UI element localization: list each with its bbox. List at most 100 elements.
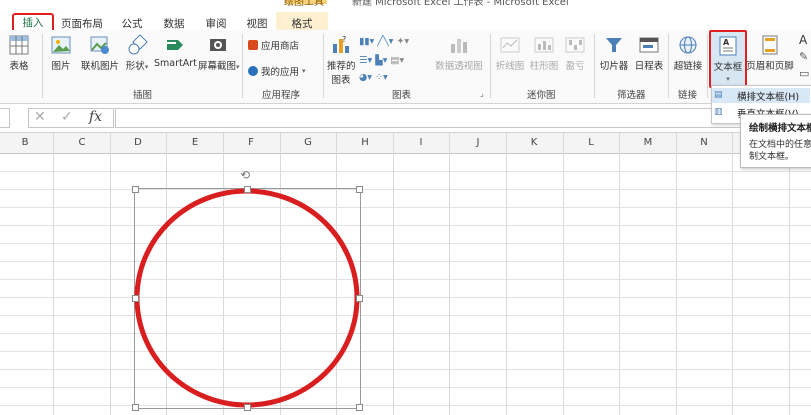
grid-hline (0, 315, 811, 316)
column-header-i[interactable]: I (411, 137, 431, 148)
resize-handle-se[interactable] (356, 404, 363, 411)
sparkline-line-button[interactable]: 折线图 (494, 34, 526, 72)
illustrations-group-label: 插图 (133, 90, 153, 101)
screenshot-button[interactable]: 屏幕截图▾ (198, 34, 240, 72)
object-icon[interactable]: ▭ (799, 67, 809, 80)
pivot-chart-label: 数据透视图 (435, 61, 483, 72)
combo-chart-icon: ▤▾ (390, 55, 405, 66)
store-button[interactable]: 应用商店 (248, 38, 299, 52)
timeline-button[interactable]: 日程表 (633, 34, 665, 72)
vertical-textbox-icon: ▥ (714, 107, 723, 117)
shapes-button[interactable]: 形状▾ (124, 34, 150, 72)
tooltip: 绘制横排文本框 在文档中的任意 制文本框。 (740, 114, 811, 168)
column-header-l[interactable]: L (581, 137, 601, 148)
online-picture-label: 联机图片 (80, 61, 119, 72)
my-apps-icon (248, 66, 258, 76)
separator (594, 34, 595, 98)
line-chart-icon: ╱╲▾ (377, 36, 394, 47)
sparkline-column-icon (534, 37, 554, 53)
circle-shape[interactable] (130, 184, 364, 412)
column-header-h[interactable]: H (355, 137, 375, 148)
grid-hline (0, 369, 811, 370)
wordart-icon[interactable]: A (799, 33, 807, 47)
smartart-label: SmartArt (154, 58, 197, 69)
column-header-b[interactable]: B (15, 137, 35, 148)
hyperlink-button[interactable]: 超链接 (672, 34, 704, 72)
grid-hline (0, 261, 811, 262)
resize-handle-w[interactable] (132, 295, 139, 302)
separator (323, 34, 324, 98)
my-apps-button[interactable]: 我的应用 ▾ (248, 64, 306, 78)
recommended-charts-button[interactable]: ? 推荐的 图表 (327, 34, 356, 86)
sparkline-column-label: 柱形图 (529, 61, 559, 72)
store-icon (248, 40, 258, 50)
fx-icon[interactable]: fx (89, 109, 102, 125)
textbox-button[interactable]: A 文本框 ▾ (709, 30, 747, 88)
enter-icon[interactable]: ✓ (61, 109, 73, 125)
resize-handle-ne[interactable] (356, 186, 363, 193)
grid-hline (0, 387, 811, 388)
column-header-e[interactable]: E (185, 137, 205, 148)
smartart-icon (167, 40, 183, 50)
cell-grid[interactable] (0, 153, 811, 415)
column-header-d[interactable]: D (128, 137, 148, 148)
menu-item-horizontal-textbox[interactable]: ▤ 横排文本框(H) (712, 88, 810, 103)
column-header-f[interactable]: F (241, 137, 261, 148)
column-header-c[interactable]: C (72, 137, 92, 148)
slicer-label: 切片器 (599, 61, 629, 72)
online-picture-button[interactable]: 联机图片 (80, 34, 120, 72)
ellipse-outline[interactable] (134, 188, 360, 408)
apps-group-label: 应用程序 (262, 90, 301, 101)
slicer-button[interactable]: 切片器 (598, 34, 630, 72)
sparkline-winloss-button[interactable]: 盈亏 (562, 34, 588, 72)
grid-hline (0, 333, 811, 334)
grid-vline (676, 133, 677, 415)
column-header-j[interactable]: J (468, 137, 488, 148)
smartart-button[interactable]: SmartArt (154, 34, 197, 69)
column-header-n[interactable]: N (694, 137, 714, 148)
picture-button[interactable]: 图片 (48, 34, 74, 72)
picture-icon (51, 36, 71, 54)
recommended-charts-icon: ? (333, 35, 349, 53)
chart-type-row-3[interactable]: ◕▾ ⁘▾ (359, 72, 388, 83)
dialog-launcher-icon[interactable]: ⌟ (480, 89, 484, 98)
grid-vline (393, 133, 394, 415)
grid-vline (563, 133, 564, 415)
grid-hline (0, 225, 811, 226)
grid-vline (619, 133, 620, 415)
column-header-k[interactable]: K (524, 137, 544, 148)
header-footer-button[interactable]: 页眉和页脚 (745, 34, 795, 72)
timeline-icon (639, 37, 659, 53)
screenshot-icon (210, 39, 226, 51)
resize-handle-s[interactable] (244, 404, 251, 411)
grid-hline (0, 405, 811, 406)
sparklines-group-label: 迷你图 (527, 90, 556, 101)
picture-label: 图片 (51, 61, 71, 72)
column-header-m[interactable]: M (638, 137, 658, 148)
grid-vline (449, 133, 450, 415)
tooltip-line-2: 制文本框。 (749, 152, 795, 162)
signature-icon[interactable]: ✎ (799, 50, 808, 63)
resize-handle-sw[interactable] (132, 404, 139, 411)
links-group-label: 链接 (678, 90, 698, 101)
pivot-chart-button[interactable]: 数据透视图 (434, 34, 484, 72)
recommended-charts-label-1: 推荐的 (327, 61, 356, 72)
name-box[interactable] (0, 108, 10, 128)
rotate-handle-icon[interactable]: ⟲ (240, 168, 250, 182)
grid-hline (0, 297, 811, 298)
column-header-g[interactable]: G (298, 137, 318, 148)
separator (668, 34, 669, 98)
chart-type-row-2[interactable]: ☰▾ ▙▾ ▤▾ (359, 55, 404, 66)
sparkline-column-button[interactable]: 柱形图 (528, 34, 560, 72)
table-button[interactable]: 表格 (5, 34, 33, 72)
resize-handle-e[interactable] (356, 295, 363, 302)
resize-handle-n[interactable] (244, 186, 251, 193)
separator (242, 34, 243, 98)
chart-type-row-1[interactable]: ▮▮▾ ╱╲▾ ✦▾ (359, 36, 409, 47)
separator (490, 34, 491, 98)
grid-hline (0, 207, 811, 208)
table-icon (9, 35, 29, 55)
cancel-icon[interactable]: ✕ (34, 109, 46, 125)
resize-handle-nw[interactable] (132, 186, 139, 193)
formula-input[interactable] (115, 108, 811, 128)
